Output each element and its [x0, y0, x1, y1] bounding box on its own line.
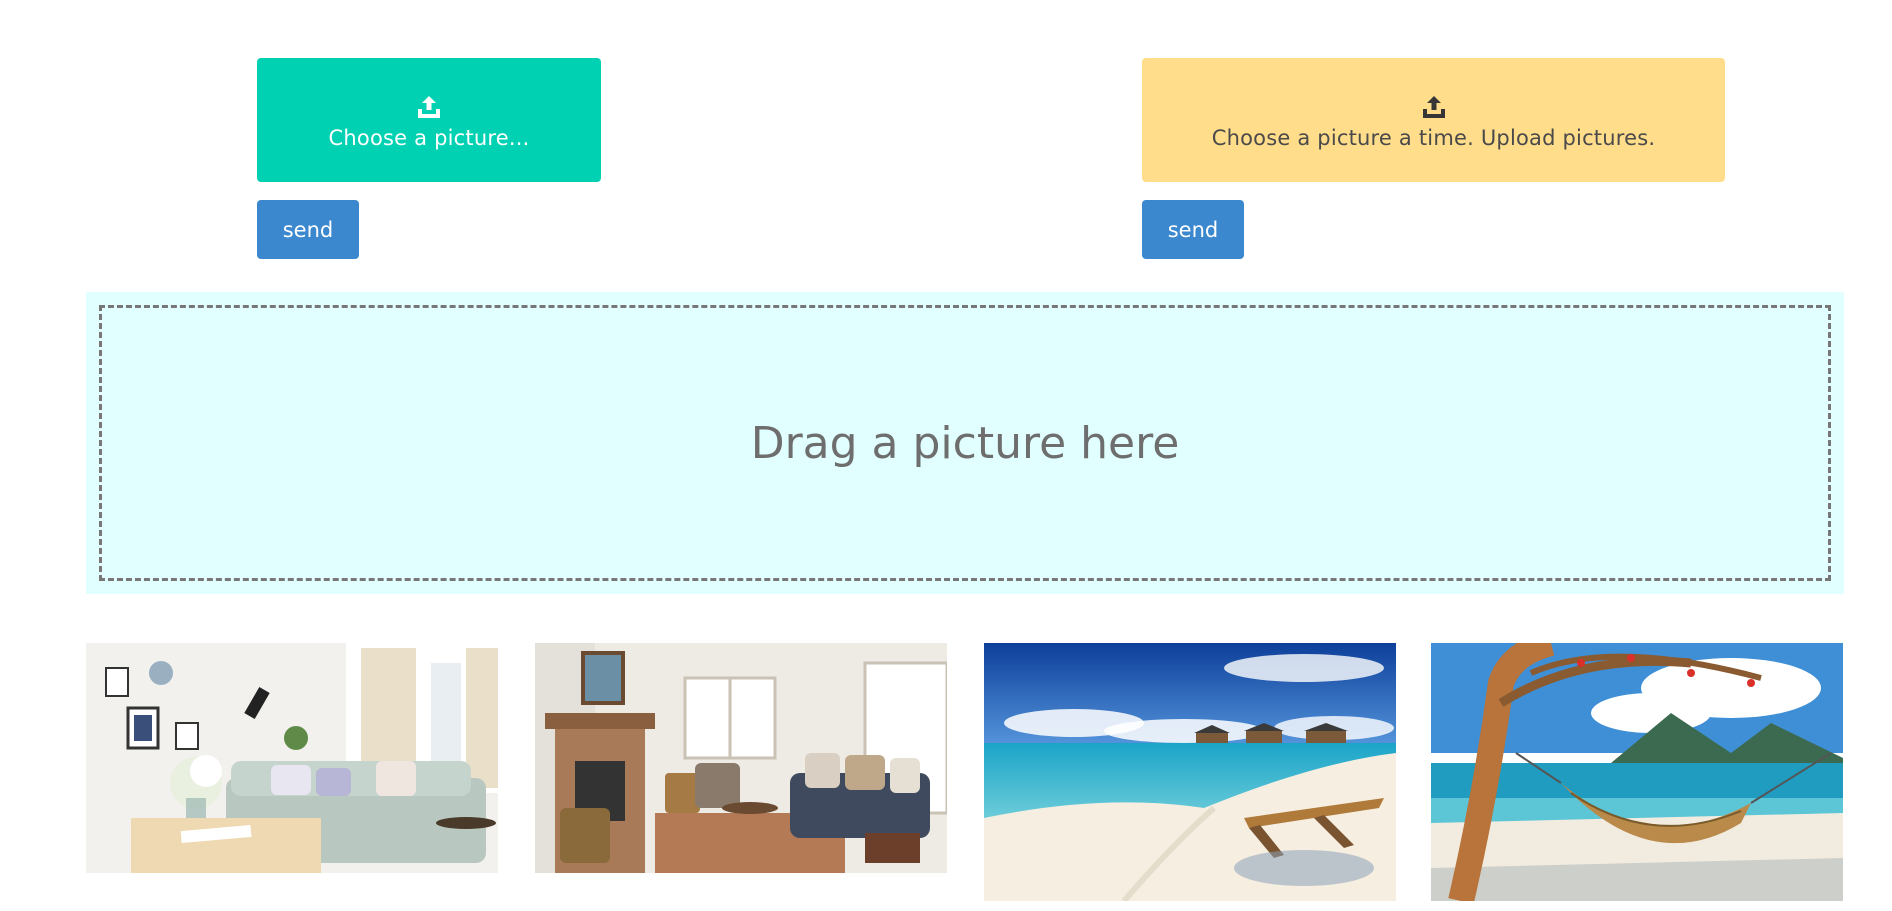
send-button-multiple[interactable]: send [1142, 200, 1244, 259]
choose-picture-label: Choose a picture... [328, 126, 530, 150]
upload-icon [418, 96, 440, 118]
drop-zone[interactable]: Drag a picture here [86, 292, 1844, 594]
gallery-image-living-room-white[interactable] [86, 643, 498, 873]
gallery-image-living-room-fireplace[interactable] [535, 643, 947, 873]
choose-pictures-multiple-label: Choose a picture a time. Upload pictures… [1211, 126, 1656, 150]
choose-picture-button[interactable]: Choose a picture... [257, 58, 601, 182]
send-button-single[interactable]: send [257, 200, 359, 259]
gallery-image-beach-lounge[interactable] [984, 643, 1396, 901]
choose-pictures-multiple-button[interactable]: Choose a picture a time. Upload pictures… [1142, 58, 1725, 182]
drop-zone-text: Drag a picture here [750, 417, 1180, 469]
drop-zone-border[interactable]: Drag a picture here [99, 305, 1831, 581]
gallery-image-beach-hammock[interactable] [1431, 643, 1843, 901]
upload-icon [1422, 96, 1445, 118]
upload-page: Choose a picture... send Choose a pictur… [0, 0, 1892, 911]
